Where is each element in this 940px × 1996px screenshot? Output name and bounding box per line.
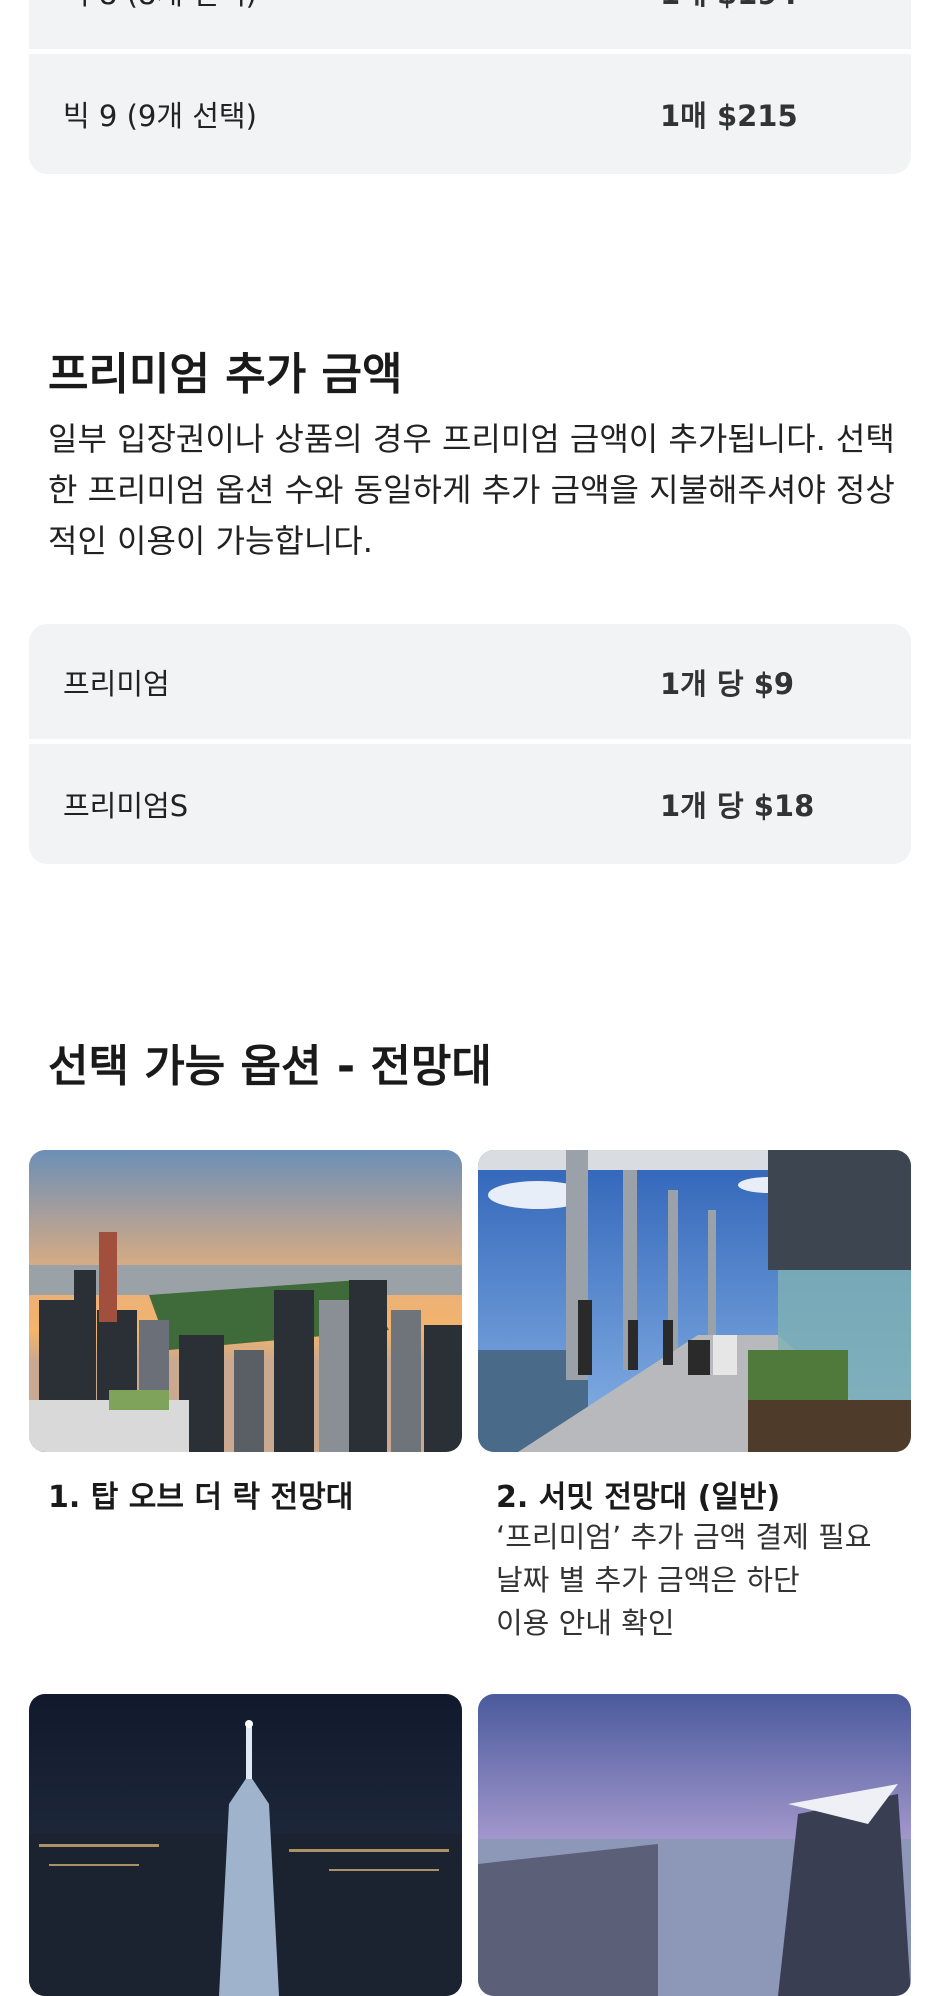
row-price: 1매 $194 (660, 0, 798, 13)
card-note-line: ‘프리미엄’ 추가 금액 결제 필요 (496, 1520, 872, 1554)
table-row: 빅 8 (8개 선택) 1매 $194 (29, 0, 911, 54)
ticket-price-table: 빅 8 (8개 선택) 1매 $194 빅 9 (9개 선택) 1매 $215 (29, 0, 911, 174)
edge-deck-image[interactable] (478, 1694, 911, 1996)
card-title[interactable]: 1. 탑 오브 더 락 전망대 (48, 1472, 353, 1516)
premium-section-title: 프리미엄 추가 금액 (48, 349, 403, 400)
card-title[interactable]: 2. 서밋 전망대 (일반) (496, 1472, 780, 1516)
row-price: 1개 당 $18 (660, 789, 815, 823)
row-price: 1개 당 $9 (660, 666, 795, 701)
premium-price-table: 프리미엄 1개 당 $9 프리미엄S 1개 당 $18 (29, 624, 911, 864)
night-skyscraper-image[interactable] (29, 1694, 462, 1996)
card-note-line: 이용 안내 확인 (496, 1606, 675, 1640)
card-note-line: 날짜 별 추가 금액은 하단 (496, 1563, 800, 1597)
summit-observation-image[interactable] (478, 1150, 911, 1452)
table-row: 프리미엄 1개 당 $9 (29, 624, 911, 744)
row-label: 프리미엄S (63, 789, 189, 823)
options-section-title: 선택 가능 옵션 - 전망대 (48, 1041, 492, 1092)
row-label: 빅 9 (9개 선택) (63, 99, 257, 133)
table-row: 프리미엄S 1개 당 $18 (29, 744, 911, 864)
row-price: 1매 $215 (660, 99, 798, 133)
premium-description: 일부 입장권이나 상품의 경우 프리미엄 금액이 추가됩니다. 선택한 프리미엄… (48, 420, 895, 560)
row-label: 프리미엄 (63, 666, 170, 701)
row-label: 빅 8 (8개 선택) (63, 0, 257, 13)
table-row: 빅 9 (9개 선택) 1매 $215 (29, 54, 911, 174)
top-of-the-rock-image[interactable] (29, 1150, 462, 1452)
